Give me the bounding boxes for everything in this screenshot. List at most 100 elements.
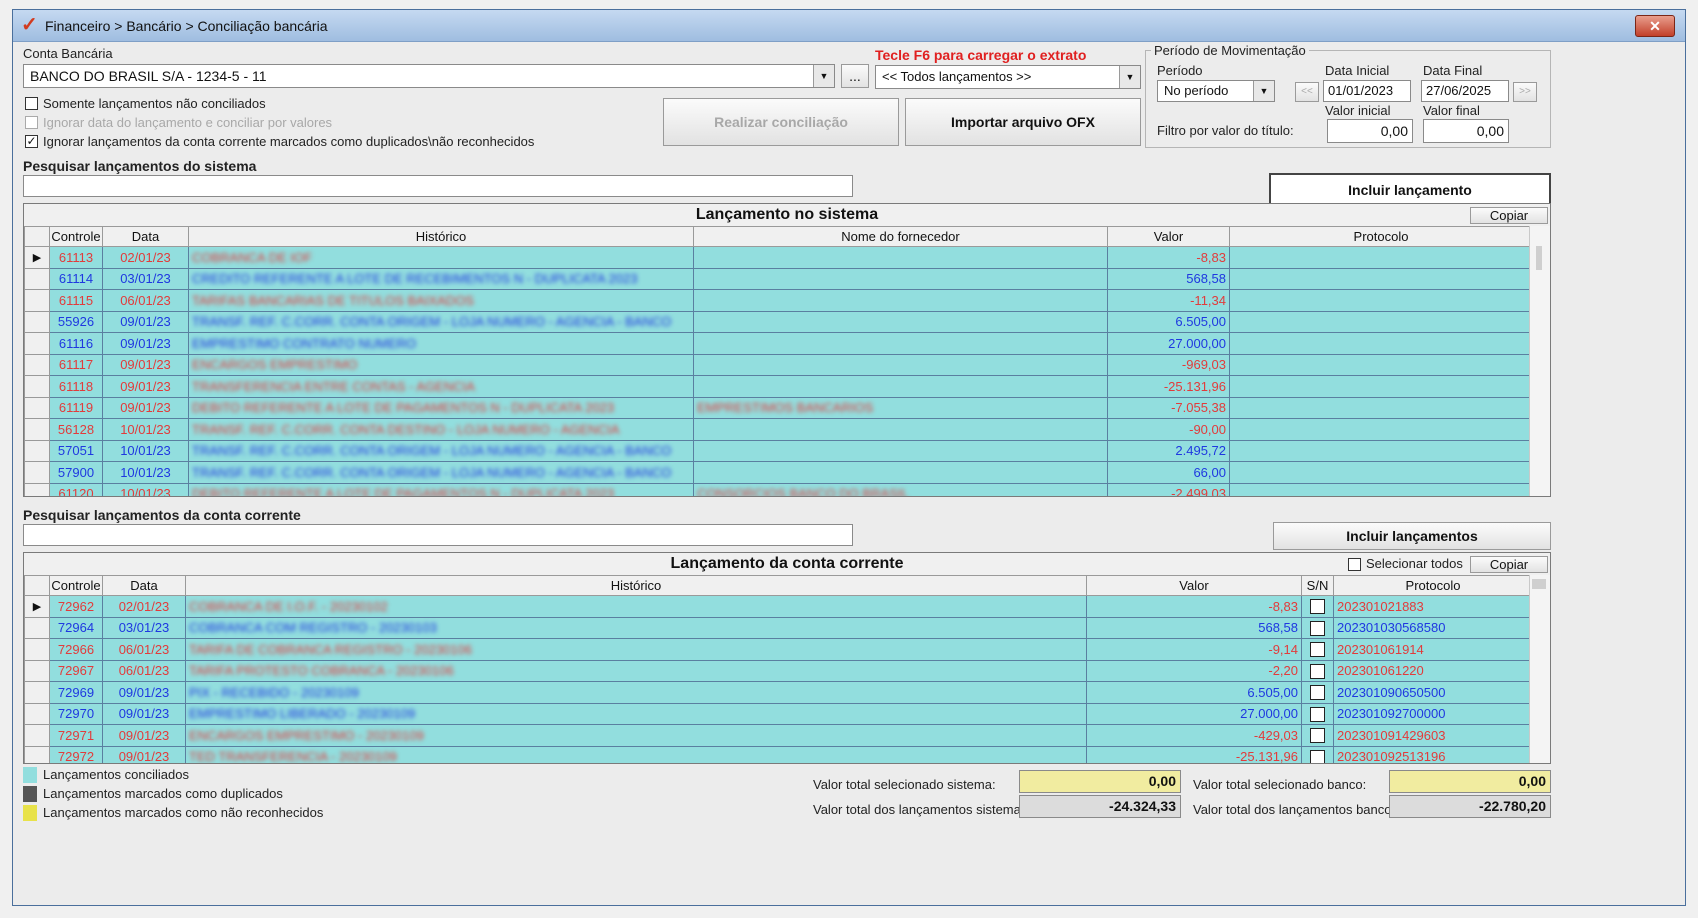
column-header[interactable]: Valor bbox=[1107, 226, 1230, 247]
copiar-sistema-button[interactable]: Copiar bbox=[1470, 207, 1548, 224]
row-indicator[interactable] bbox=[24, 310, 50, 333]
incluir-lancamento-button[interactable]: Incluir lançamento bbox=[1269, 173, 1551, 205]
cell-sn[interactable] bbox=[1301, 702, 1334, 725]
row-indicator[interactable] bbox=[24, 681, 50, 704]
table-row[interactable]: 61116 09/01/23 EMPRESTIMO CONTRATO NUMERO 2… bbox=[24, 332, 1533, 355]
cell-historico: EMPRESTIMO LIBERADO - 20230109 bbox=[185, 702, 1087, 725]
row-indicator[interactable] bbox=[24, 353, 50, 376]
table-row[interactable]: 72966 06/01/23 TARIFA DE COBRANCA REGISTRO… bbox=[24, 638, 1533, 661]
column-header[interactable]: Nome do fornecedor bbox=[693, 226, 1108, 247]
table-row[interactable]: 61120 10/01/23 DEBITO REFERENTE A LOTE DE … bbox=[24, 482, 1533, 496]
table-row[interactable]: ▶ 72962 02/01/23 COBRANCA DE I.O.F. - 20230… bbox=[24, 595, 1533, 618]
importar-ofx-button[interactable]: Importar arquivo OFX bbox=[905, 98, 1141, 146]
table-row[interactable]: ▶ 61113 02/01/23 COBRANCA DE IOF -8,83 bbox=[24, 246, 1533, 269]
close-icon[interactable]: ✕ bbox=[1635, 15, 1675, 37]
chevron-down-icon[interactable]: ▼ bbox=[1119, 66, 1140, 88]
chevron-down-icon[interactable]: ▼ bbox=[813, 65, 834, 87]
column-header[interactable]: S/N bbox=[1301, 575, 1334, 596]
row-indicator[interactable] bbox=[24, 332, 50, 355]
row-indicator[interactable] bbox=[24, 375, 50, 398]
table-row[interactable]: 72969 09/01/23 PIX - RECEBIDO - 20230109 6.… bbox=[24, 681, 1533, 704]
table-row[interactable]: 56128 10/01/23 TRANSF. REF. C.CORR. CONTA … bbox=[24, 418, 1533, 441]
table-row[interactable]: 72967 06/01/23 TARIFA PROTESTO COBRANCA - … bbox=[24, 659, 1533, 682]
table-row[interactable]: 72971 09/01/23 ENCARGOS EMPRESTIMO - 20230… bbox=[24, 724, 1533, 747]
row-indicator[interactable] bbox=[24, 461, 50, 484]
row-indicator[interactable]: ▶ bbox=[24, 595, 50, 618]
row-indicator[interactable] bbox=[24, 289, 50, 312]
cell-controle: 72967 bbox=[49, 659, 103, 682]
row-indicator[interactable] bbox=[24, 702, 50, 725]
row-indicator[interactable] bbox=[24, 396, 50, 419]
cell-sn[interactable] bbox=[1301, 616, 1334, 639]
row-indicator[interactable] bbox=[24, 439, 50, 462]
cell-historico: TARIFA DE COBRANCA REGISTRO - 20230106 bbox=[185, 638, 1087, 661]
table-row[interactable]: 72972 09/01/23 TED TRANSFERENCIA - 2023010… bbox=[24, 745, 1533, 763]
pesquisar-sistema-input[interactable] bbox=[23, 175, 853, 197]
row-indicator[interactable]: ▶ bbox=[24, 246, 50, 269]
table-row[interactable]: 57900 10/01/23 TRANSF. REF. C.CORR. CONTA … bbox=[24, 461, 1533, 484]
table-row[interactable]: 72970 09/01/23 EMPRESTIMO LIBERADO - 20230… bbox=[24, 702, 1533, 725]
sistema-scrollbar[interactable] bbox=[1529, 226, 1550, 496]
conta-combo[interactable]: BANCO DO BRASIL S/A - 1234-5 - 11 ▼ bbox=[23, 64, 835, 88]
cell-sn[interactable] bbox=[1301, 745, 1334, 763]
data-final-input[interactable]: 27/06/2025 bbox=[1421, 80, 1509, 102]
selecionar-todos-checkbox[interactable] bbox=[1348, 558, 1361, 571]
column-header[interactable]: Histórico bbox=[185, 575, 1087, 596]
column-header[interactable]: Controle bbox=[49, 575, 103, 596]
sn-checkbox[interactable] bbox=[1310, 663, 1325, 679]
column-header[interactable]: Controle bbox=[49, 226, 103, 247]
cell-sn[interactable] bbox=[1301, 681, 1334, 704]
cell-sn[interactable] bbox=[1301, 638, 1334, 661]
cell-sn[interactable] bbox=[1301, 659, 1334, 682]
valor-final-input[interactable]: 0,00 bbox=[1423, 119, 1509, 143]
conta-browse-button[interactable]: ... bbox=[841, 64, 869, 88]
column-header[interactable]: Protocolo bbox=[1229, 226, 1533, 247]
prev-period-button[interactable]: << bbox=[1295, 82, 1319, 102]
sn-checkbox[interactable] bbox=[1310, 642, 1325, 658]
sn-checkbox[interactable] bbox=[1310, 620, 1325, 636]
table-row[interactable]: 72964 03/01/23 COBRANCA COM REGISTRO - 202… bbox=[24, 616, 1533, 639]
scrollbar-thumb[interactable] bbox=[1532, 579, 1546, 589]
sn-checkbox[interactable] bbox=[1310, 749, 1325, 763]
table-row[interactable]: 61118 09/01/23 TRANSFERENCIA ENTRE CONTAS … bbox=[24, 375, 1533, 398]
chevron-down-icon[interactable]: ▼ bbox=[1253, 81, 1274, 101]
somente-checkbox[interactable] bbox=[25, 97, 38, 110]
table-row[interactable]: 55926 09/01/23 TRANSF. REF. C.CORR. CONTA … bbox=[24, 310, 1533, 333]
scrollbar-thumb[interactable] bbox=[1536, 246, 1542, 270]
conta-scrollbar[interactable] bbox=[1529, 575, 1550, 763]
table-row[interactable]: 61115 06/01/23 TARIFAS BANCARIAS DE TITULO… bbox=[24, 289, 1533, 312]
row-indicator[interactable] bbox=[24, 616, 50, 639]
table-row[interactable]: 61114 03/01/23 CREDITO REFERENTE A LOTE DE… bbox=[24, 267, 1533, 290]
table-row[interactable]: 61119 09/01/23 DEBITO REFERENTE A LOTE DE … bbox=[24, 396, 1533, 419]
data-inicial-input[interactable]: 01/01/2023 bbox=[1323, 80, 1411, 102]
row-indicator[interactable] bbox=[24, 724, 50, 747]
incluir-lancamentos-button[interactable]: Incluir lançamentos bbox=[1273, 522, 1551, 550]
periodo-combo[interactable]: No período ▼ bbox=[1157, 80, 1275, 102]
row-indicator[interactable] bbox=[24, 267, 50, 290]
table-row[interactable]: 61117 09/01/23 ENCARGOS EMPRESTIMO -969,03 bbox=[24, 353, 1533, 376]
realizar-conciliacao-button[interactable]: Realizar conciliação bbox=[663, 98, 899, 146]
ignorar-dup-checkbox[interactable]: ✓ bbox=[25, 135, 38, 148]
row-indicator[interactable] bbox=[24, 659, 50, 682]
valor-inicial-input[interactable]: 0,00 bbox=[1327, 119, 1413, 143]
sn-checkbox[interactable] bbox=[1310, 728, 1325, 744]
sn-checkbox[interactable] bbox=[1310, 599, 1325, 615]
sn-checkbox[interactable] bbox=[1310, 706, 1325, 722]
row-indicator[interactable] bbox=[24, 418, 50, 441]
cell-sn[interactable] bbox=[1301, 595, 1334, 618]
column-header[interactable]: Data bbox=[102, 575, 186, 596]
table-row[interactable]: 57051 10/01/23 TRANSF. REF. C.CORR. CONTA … bbox=[24, 439, 1533, 462]
column-header[interactable]: Protocolo bbox=[1333, 575, 1533, 596]
cell-sn[interactable] bbox=[1301, 724, 1334, 747]
extrato-combo[interactable]: << Todos lançamentos >> ▼ bbox=[875, 65, 1141, 89]
next-period-button[interactable]: >> bbox=[1513, 82, 1537, 102]
copiar-conta-button[interactable]: Copiar bbox=[1470, 556, 1548, 573]
row-indicator[interactable] bbox=[24, 745, 50, 763]
pesquisar-conta-input[interactable] bbox=[23, 524, 853, 546]
column-header[interactable]: Valor bbox=[1086, 575, 1302, 596]
column-header[interactable]: Data bbox=[102, 226, 189, 247]
column-header[interactable]: Histórico bbox=[188, 226, 694, 247]
row-indicator[interactable] bbox=[24, 638, 50, 661]
sn-checkbox[interactable] bbox=[1310, 685, 1325, 701]
row-indicator[interactable] bbox=[24, 482, 50, 496]
